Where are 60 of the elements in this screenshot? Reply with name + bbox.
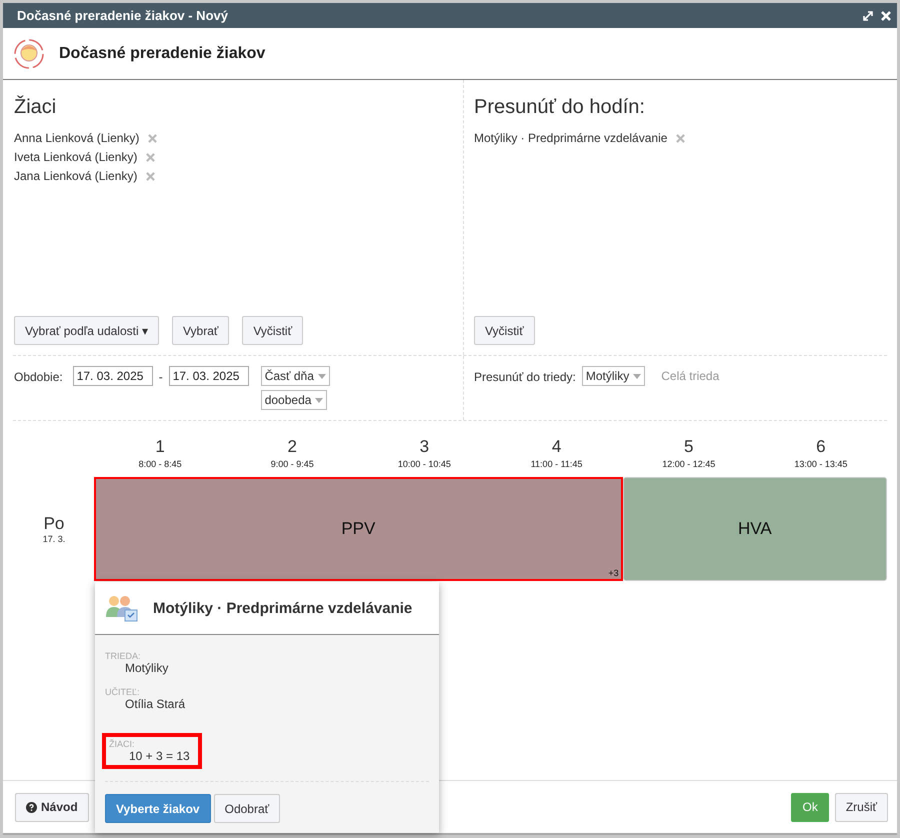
dropdown[interactable]: doobeda: [260, 390, 328, 410]
lesson-number: 1: [155, 437, 165, 457]
dialog-heading: Dočasné preradenie žiakov: [59, 44, 266, 62]
select-button[interactable]: Vybrať: [172, 316, 230, 345]
select-button[interactable]: Vybrať podľa udalosti ▾: [14, 316, 159, 345]
period-label: Obdobie:: [14, 369, 63, 384]
lesson-number: 5: [684, 437, 694, 457]
lesson-number: 6: [816, 437, 826, 457]
day-name: Po: [44, 514, 64, 534]
field-label: ŽIACI:: [109, 739, 136, 749]
expand-icon[interactable]: [863, 10, 873, 20]
count-label: +3: [608, 568, 619, 578]
field-value: 10 + 3 = 13: [129, 749, 190, 763]
day-date: 17. 3.: [42, 534, 66, 544]
caret-icon: [318, 374, 326, 378]
select-button[interactable]: Vyčistiť: [242, 316, 304, 345]
student-name: Anna Lienková (Lienky): [14, 131, 140, 145]
student-name: Iveta Lienková (Lienky): [14, 150, 138, 164]
window-title: Dočasné preradenie žiakov - Nový: [17, 8, 229, 23]
class-label: Presunúť do triedy:: [474, 369, 576, 384]
field-value: Motýliky: [125, 661, 168, 675]
remove-button[interactable]: Odobrať: [214, 794, 280, 823]
help-icon: [26, 802, 37, 812]
close-icon[interactable]: [881, 10, 891, 20]
lesson-name: Motýliky · Predprimárne vzdelávanie: [474, 131, 668, 145]
field-label: UČITEĽ:: [105, 687, 141, 697]
lesson-number: 3: [420, 437, 430, 457]
lesson-block[interactable]: PPV +3: [94, 477, 623, 581]
people-icon: [105, 593, 139, 623]
remove-icon[interactable]: [146, 152, 156, 162]
remove-icon[interactable]: [146, 172, 156, 180]
remove-icon[interactable]: [148, 134, 158, 142]
select-students-button[interactable]: Vyberte žiakov: [105, 794, 211, 823]
caret-icon: [633, 374, 642, 378]
clear-button[interactable]: Vyčistiť: [474, 316, 535, 345]
lesson-number: 2: [288, 437, 297, 457]
field-label: TRIEDA:: [105, 651, 142, 661]
lesson-time: 9:00 - 9:45: [270, 459, 314, 469]
lesson-block[interactable]: HVA: [622, 477, 887, 581]
section-heading: Žiaci: [14, 96, 58, 119]
remove-icon[interactable]: [676, 134, 686, 142]
date-field[interactable]: 17. 03. 2025: [72, 366, 153, 386]
cancel-button[interactable]: Zrušiť: [834, 792, 888, 822]
range-separator: -: [158, 369, 163, 384]
field-value: Otília Stará: [125, 697, 186, 711]
avatar-icon: [13, 38, 45, 70]
popup-title: Motýliky · Predprimárne vzdelávanie: [153, 600, 412, 616]
dropdown[interactable]: Časť dňa: [260, 366, 330, 386]
lesson-time: 13:00 - 13:45: [794, 459, 848, 469]
lesson-time: 10:00 - 10:45: [398, 459, 451, 469]
student-name: Jana Lienková (Lienky): [14, 169, 138, 183]
caret-icon: [315, 398, 324, 402]
date-field[interactable]: 17. 03. 2025: [168, 366, 249, 386]
help-button[interactable]: Návod: [15, 792, 89, 822]
lesson-number: 4: [552, 437, 562, 457]
class-dropdown[interactable]: Motýliky: [582, 366, 646, 386]
lesson-time: 11:00 - 11:45: [530, 459, 582, 469]
section-heading: Presunúť do hodín:: [474, 96, 646, 119]
lesson-time: 12:00 - 12:45: [662, 459, 716, 469]
lesson-time: 8:00 - 8:45: [138, 459, 182, 469]
